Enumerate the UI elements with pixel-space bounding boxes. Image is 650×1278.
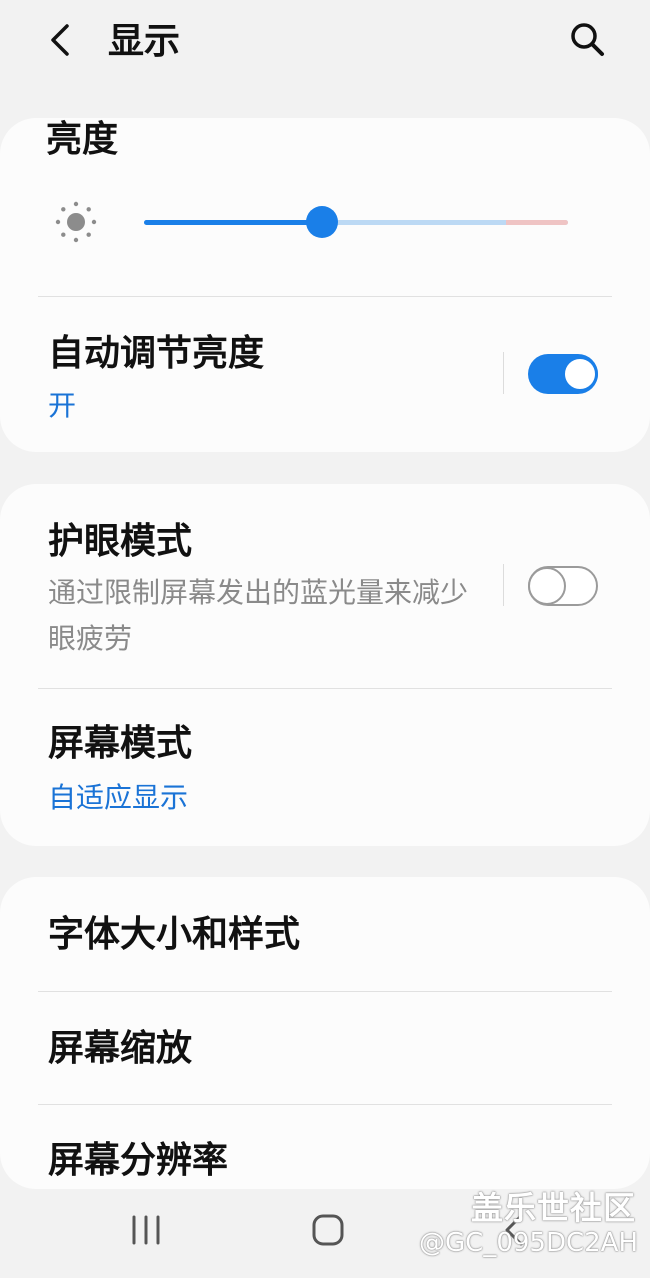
toggle-knob — [562, 356, 598, 392]
toggle-knob — [528, 567, 566, 605]
adaptive-brightness-toggle[interactable] — [528, 354, 598, 394]
screen-mode-title: 屏幕模式 — [48, 723, 193, 764]
slider-high-range — [506, 220, 568, 225]
chevron-left-icon — [47, 22, 73, 62]
screen-zoom-label: 屏幕缩放 — [48, 1028, 193, 1069]
screen-mode-value: 自适应显示 — [48, 781, 189, 814]
brightness-title: 亮度 — [46, 119, 119, 160]
watermark-title: 盖乐世社区 — [470, 1189, 636, 1227]
adaptive-brightness-title: 自动调节亮度 — [48, 333, 265, 374]
vertical-separator — [503, 352, 504, 394]
brightness-card: 亮度 自动调节亮度 开 — [0, 118, 650, 452]
font-display-card: 字体大小和样式 屏幕缩放 屏幕分辨率 — [0, 877, 650, 1189]
recent-apps-button[interactable] — [116, 1210, 176, 1254]
font-size-style-label: 字体大小和样式 — [48, 914, 301, 955]
search-button[interactable] — [562, 18, 614, 66]
home-icon — [310, 1212, 346, 1252]
vertical-separator — [503, 564, 504, 606]
recent-apps-icon — [129, 1213, 163, 1251]
watermark-id: @GC_095DC2AH — [419, 1228, 638, 1258]
eye-comfort-toggle[interactable] — [528, 566, 598, 606]
page-title: 显示 — [108, 21, 181, 62]
eye-comfort-card: 护眼模式 通过限制屏幕发出的蓝光量来减少眼疲劳 屏幕模式 自适应显示 — [0, 484, 650, 846]
slider-fill — [144, 220, 323, 225]
eye-comfort-title: 护眼模式 — [48, 521, 193, 562]
search-icon — [569, 21, 607, 63]
slider-thumb[interactable] — [306, 206, 339, 238]
app-header: 显示 — [0, 0, 650, 90]
brightness-slider[interactable] — [144, 204, 568, 240]
screen-resolution-label: 屏幕分辨率 — [48, 1140, 229, 1181]
slider-track — [144, 220, 568, 225]
sun-icon — [52, 198, 100, 246]
screen-mode-row[interactable] — [0, 689, 650, 846]
eye-comfort-description: 通过限制屏幕发出的蓝光量来减少眼疲劳 — [48, 576, 469, 655]
adaptive-brightness-status: 开 — [48, 389, 77, 422]
home-button[interactable] — [298, 1210, 358, 1254]
back-button[interactable] — [38, 18, 82, 66]
